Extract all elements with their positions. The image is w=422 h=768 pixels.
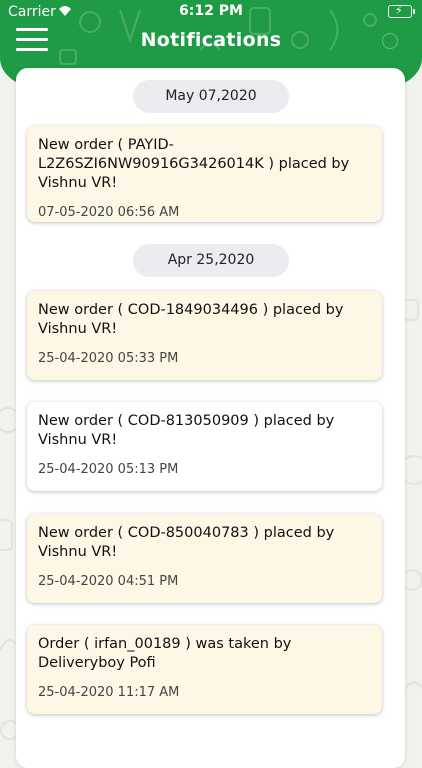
notification-message: New order ( PAYID- L2Z6SZI6NW90916G34260…	[38, 137, 350, 191]
date-header: Apr 25,2020	[133, 244, 289, 277]
notification-timestamp: 25-04-2020 04:51 PM	[38, 574, 179, 589]
notification-message: New order ( COD-813050909 ) placed by Vi…	[38, 413, 335, 448]
notification-message: Order ( irfan_00189 ) was taken by Deliv…	[38, 636, 292, 671]
header-decoration-icon	[382, 33, 398, 49]
status-bar: Carrier 6:12 PM ⚡	[0, 0, 422, 24]
notification-card[interactable]: New order ( COD-850040783 ) placed by Vi…	[27, 514, 382, 603]
notification-card[interactable]: New order ( COD-1849034496 ) placed by V…	[27, 291, 382, 380]
notification-message: New order ( COD-1849034496 ) placed by V…	[38, 302, 344, 337]
battery-icon: ⚡	[388, 4, 415, 18]
notification-timestamp: 07-05-2020 06:56 AM	[38, 205, 180, 220]
notification-timestamp: 25-04-2020 11:17 AM	[38, 685, 180, 700]
date-header: May 07,2020	[133, 80, 289, 113]
notification-message: New order ( COD-850040783 ) placed by Vi…	[38, 525, 335, 560]
notifications-panel[interactable]: May 07,2020 New order ( PAYID- L2Z6SZI6N…	[16, 68, 405, 768]
notification-card[interactable]: Order ( irfan_00189 ) was taken by Deliv…	[27, 625, 382, 714]
clock-time: 6:12 PM	[179, 3, 243, 19]
notification-timestamp: 25-04-2020 05:13 PM	[38, 462, 179, 477]
page-title: Notifications	[140, 29, 282, 51]
notification-card[interactable]: New order ( PAYID- L2Z6SZI6NW90916G34260…	[27, 126, 382, 222]
notification-card[interactable]: New order ( COD-813050909 ) placed by Vi…	[27, 402, 382, 491]
notification-timestamp: 25-04-2020 05:33 PM	[38, 351, 179, 366]
